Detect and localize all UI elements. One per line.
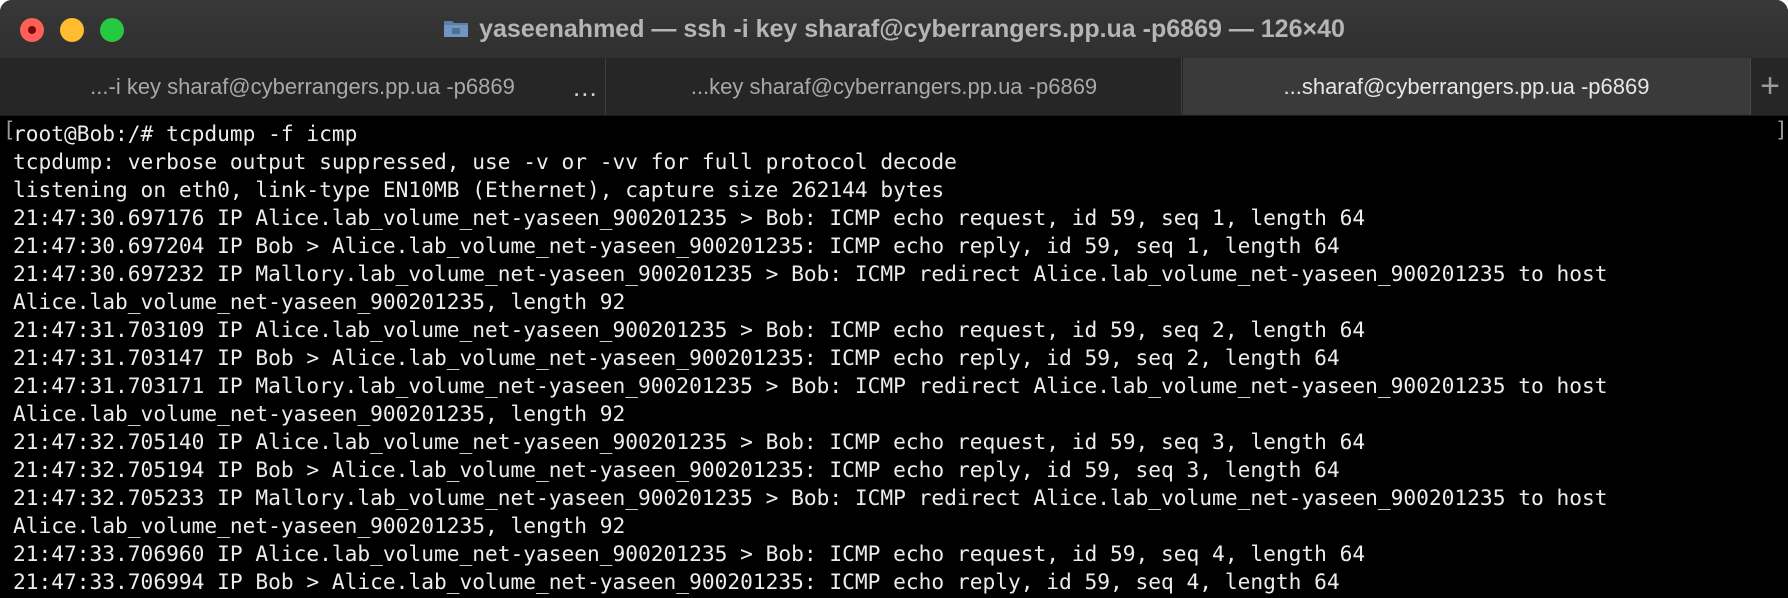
plus-icon: + [1760,67,1780,105]
terminal-line: 21:47:31.703171 IP Mallory.lab_volume_ne… [13,373,1608,398]
tab-bar: ...-i key sharaf@cyberrangers.pp.ua -p68… [0,58,1788,116]
terminal-line: 21:47:31.703147 IP Bob > Alice.lab_volum… [13,345,1340,370]
window-title-area: yaseenahmed — ssh -i key sharaf@cyberran… [0,0,1788,58]
terminal-line: 21:47:33.706960 IP Alice.lab_volume_net-… [13,541,1366,566]
new-tab-button[interactable]: + [1752,58,1788,115]
terminal-line: listening on eth0, link-type EN10MB (Eth… [13,177,945,202]
terminal-line: 21:47:32.705233 IP Mallory.lab_volume_ne… [13,485,1608,510]
terminal-line: Alice.lab_volume_net-yaseen_900201235, l… [13,513,626,538]
terminal-output[interactable]: [ ] root@Bob:/# tcpdump -f icmp tcpdump:… [0,116,1788,598]
tab-label: ...-i key sharaf@cyberrangers.pp.ua -p68… [90,73,515,99]
tab-label: ...key sharaf@cyberrangers.pp.ua -p6869 [690,73,1098,99]
title-bar[interactable]: yaseenahmed — ssh -i key sharaf@cyberran… [0,0,1788,58]
terminal-line: 21:47:32.705194 IP Bob > Alice.lab_volum… [13,457,1340,482]
terminal-window: yaseenahmed — ssh -i key sharaf@cyberran… [0,0,1788,598]
tab-session-2[interactable]: ...key sharaf@cyberrangers.pp.ua -p6869 [607,58,1182,115]
tab-label: ...sharaf@cyberrangers.pp.ua -p6869 [1283,73,1650,99]
terminal-line: Alice.lab_volume_net-yaseen_900201235, l… [13,289,626,314]
selection-bracket-right: ] [1775,118,1788,142]
tab-session-3-active[interactable]: ...sharaf@cyberrangers.pp.ua -p6869 [1183,58,1751,115]
window-title: yaseenahmed — ssh -i key sharaf@cyberran… [479,14,1345,43]
terminal-line: 21:47:32.705140 IP Alice.lab_volume_net-… [13,429,1366,454]
terminal-line: 21:47:30.697204 IP Bob > Alice.lab_volum… [13,233,1340,258]
terminal-line: root@Bob:/# tcpdump -f icmp [13,121,358,146]
terminal-line: 21:47:30.697176 IP Alice.lab_volume_net-… [13,205,1366,230]
folder-icon [444,21,469,37]
terminal-line: 21:47:30.697232 IP Mallory.lab_volume_ne… [13,261,1608,286]
terminal-lines: root@Bob:/# tcpdump -f icmp tcpdump: ver… [13,120,1608,596]
terminal-line: Alice.lab_volume_net-yaseen_900201235, l… [13,401,626,426]
tab-overflow-indicator[interactable]: ... [573,72,598,103]
terminal-line: 21:47:31.703109 IP Alice.lab_volume_net-… [13,317,1366,342]
terminal-line: tcpdump: verbose output suppressed, use … [13,149,957,174]
terminal-line: 21:47:33.706994 IP Bob > Alice.lab_volum… [13,569,1340,594]
tab-session-1[interactable]: ...-i key sharaf@cyberrangers.pp.ua -p68… [0,58,606,115]
